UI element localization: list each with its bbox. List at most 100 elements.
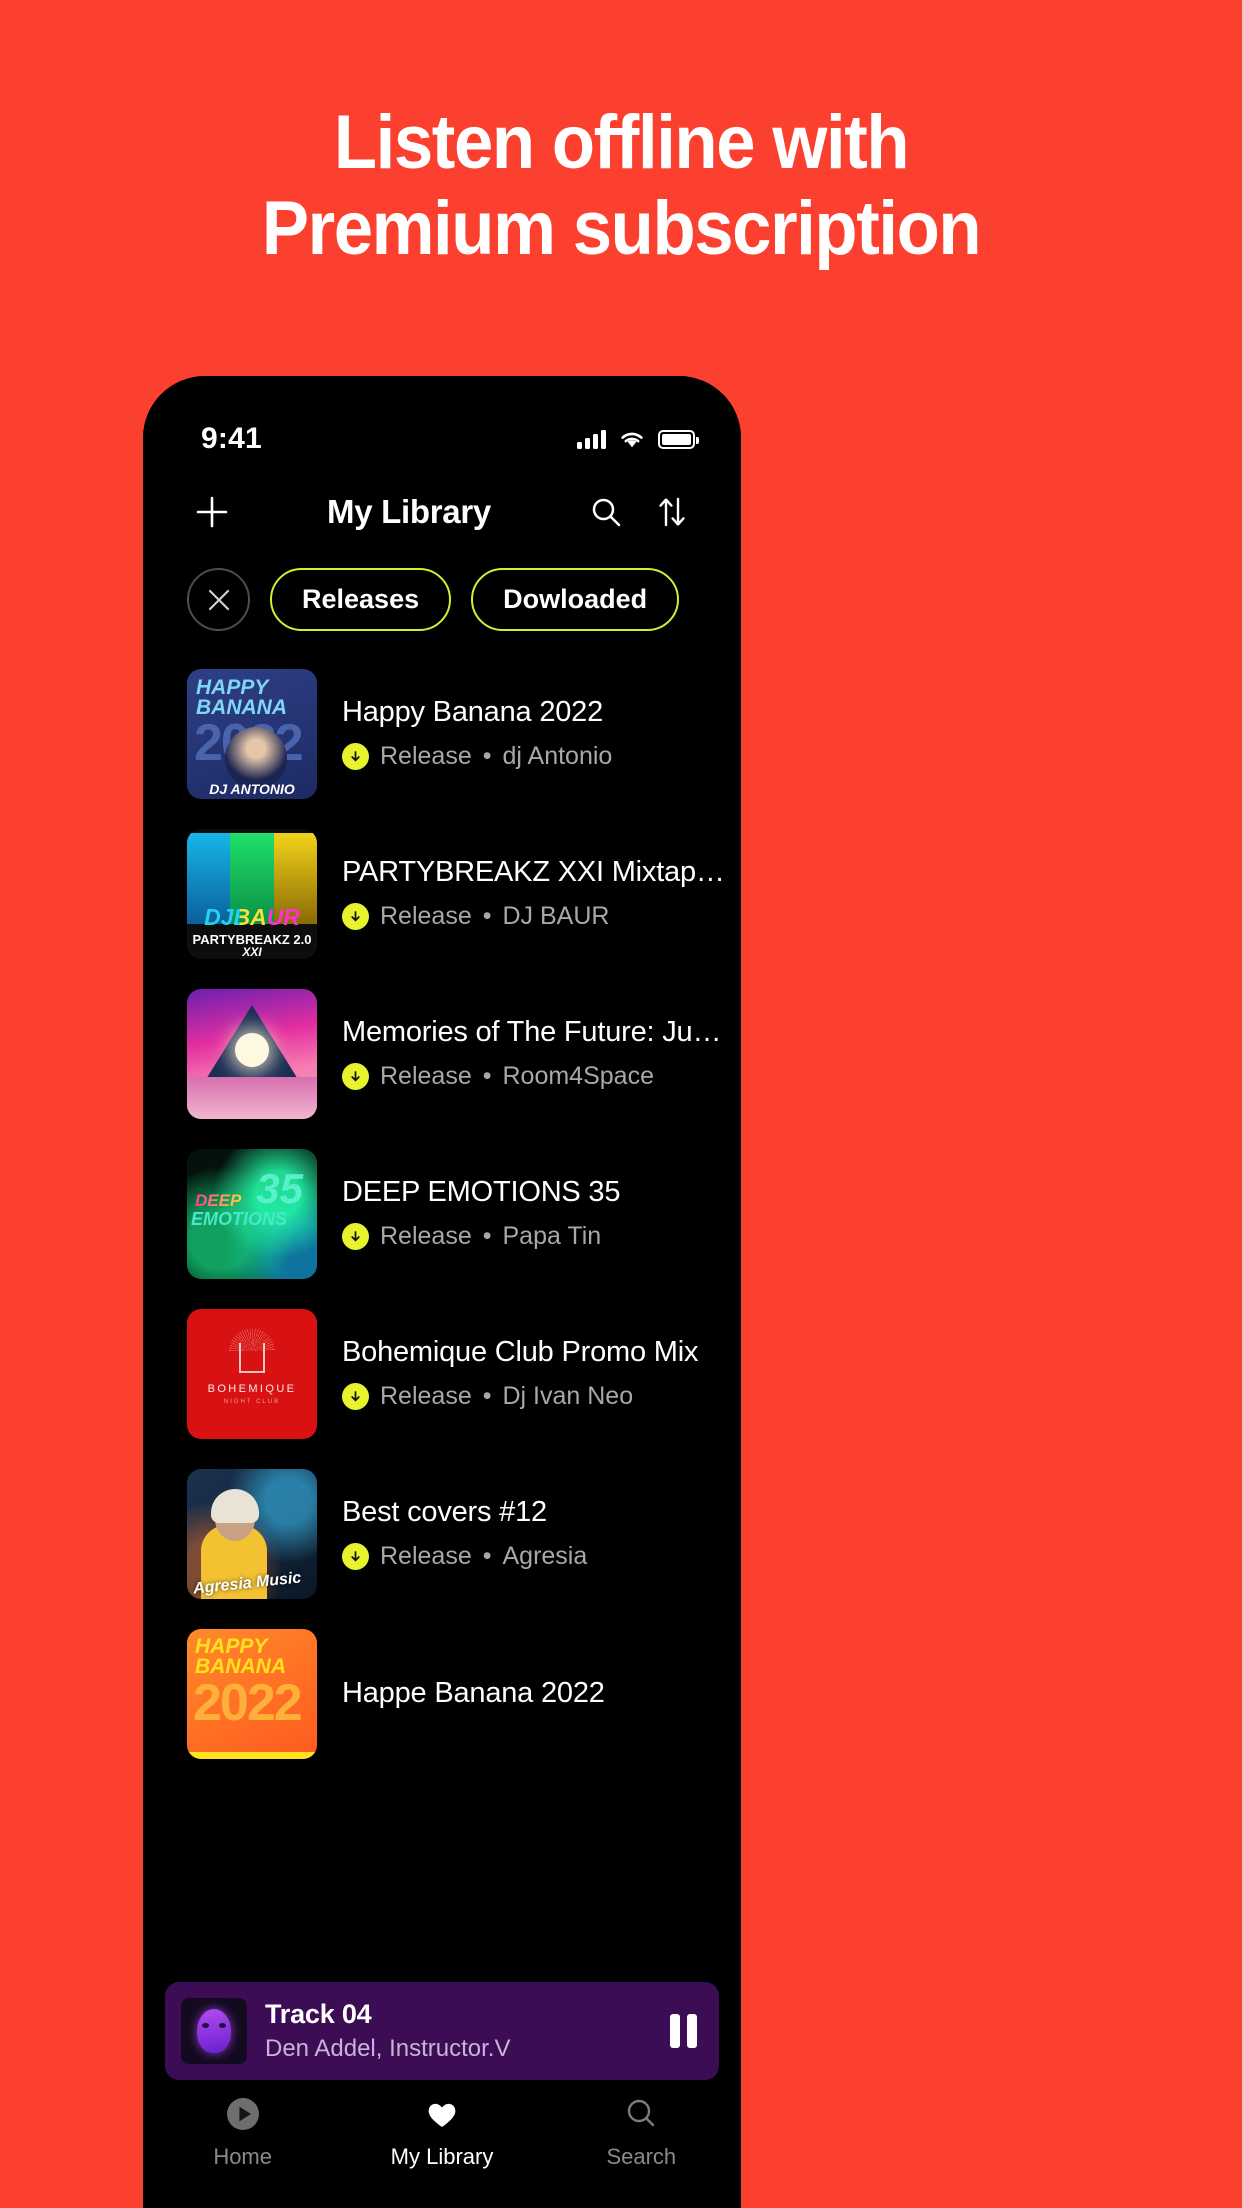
tab-home[interactable]: Home (143, 2094, 342, 2170)
album-art: BOHEMIQUE NIGHT CLUB (187, 1309, 317, 1439)
list-item-artist: DJ BAUR (502, 902, 610, 931)
list-item-meta: DEEP EMOTIONS 35 Release • Papa Tin (342, 1177, 741, 1252)
download-arrow-icon (342, 1223, 369, 1251)
download-arrow-icon (342, 743, 369, 771)
list-item[interactable]: Agresia Music Best covers #12 Release • … (187, 1454, 741, 1614)
status-bar-clock: 9:41 (201, 422, 262, 455)
nav-actions (581, 487, 697, 537)
list-item-type: Release (380, 1222, 472, 1251)
list-item-type: Release (380, 1062, 472, 1091)
headline-line-1: Listen offline with (333, 100, 910, 185)
list-item[interactable]: DJBAUR PARTYBREAKZ 2.0 XXI PARTYBREAKZ X… (187, 814, 741, 974)
page-title: My Library (327, 493, 491, 530)
list-item-artist: Papa Tin (502, 1222, 602, 1251)
search-icon (592, 498, 621, 527)
mini-player-track-artists: Den Addel, Instructor.V (265, 2035, 511, 2062)
album-art: DJBAUR PARTYBREAKZ 2.0 XXI (187, 829, 317, 959)
status-bar: 9:41 (143, 376, 741, 468)
filter-chip-releases[interactable]: Releases (270, 568, 452, 631)
list-item-artist: Room4Space (502, 1062, 654, 1091)
play-circle-icon (226, 2098, 259, 2130)
list-item-title: Bohemique Club Promo Mix (342, 1336, 699, 1368)
list-item-meta: Best covers #12 Release • Agresia (342, 1497, 741, 1572)
list-item-title: Memories of The Future: Jupiter Sunri... (342, 1016, 733, 1048)
list-item-title: DEEP EMOTIONS 35 (342, 1176, 621, 1208)
cellular-signal-icon (577, 429, 606, 449)
album-art: HAPPY BANANA 2022 (187, 1629, 317, 1759)
list-item[interactable]: BOHEMIQUE NIGHT CLUB Bohemique Club Prom… (187, 1294, 741, 1454)
headline-line-2: Premium subscription (261, 185, 982, 271)
tab-home-label: Home (213, 2144, 272, 2169)
list-item-meta: PARTYBREAKZ XXI Mixtape CD2 Release • DJ… (342, 857, 741, 932)
download-arrow-icon (342, 1063, 369, 1091)
sort-button[interactable] (647, 487, 697, 537)
list-item-meta: Bohemique Club Promo Mix Release • Dj Iv… (342, 1337, 741, 1412)
nav-bar: My Library (143, 472, 741, 552)
add-button[interactable] (187, 487, 237, 537)
plus-icon (196, 496, 228, 528)
sort-arrows-icon (659, 497, 685, 527)
mini-player-artwork (181, 1998, 247, 2064)
phone-mockup: 9:41 My Library Releases Dowloaded HAPPY… (143, 376, 741, 2208)
clear-filters-button[interactable] (187, 568, 250, 631)
download-arrow-icon (342, 903, 369, 931)
list-item-artist: Dj Ivan Neo (502, 1382, 634, 1411)
battery-icon (658, 429, 699, 449)
album-art (187, 989, 317, 1119)
list-item-separator: • (482, 1382, 492, 1411)
mini-player-meta: Track 04 Den Addel, Instructor.V (265, 1999, 652, 2063)
album-art: Agresia Music (187, 1469, 317, 1599)
tab-my-library[interactable]: My Library (342, 2094, 541, 2170)
list-item-subtitle: Release • Room4Space (342, 1062, 733, 1091)
list-item-meta: Memories of The Future: Jupiter Sunri...… (342, 1017, 741, 1092)
wifi-icon (621, 432, 643, 447)
download-arrow-icon (342, 1383, 369, 1411)
filter-chip-downloaded[interactable]: Dowloaded (471, 568, 680, 631)
mini-player-track-title: Track 04 (265, 1999, 372, 2029)
list-item-type: Release (380, 902, 472, 931)
search-icon (628, 2099, 655, 2127)
list-item-meta: Happy Banana 2022 Release • dj Antonio (342, 697, 741, 772)
list-item[interactable]: HAPPYBANANA 2022 DJ ANTONIO Happy Banana… (187, 654, 741, 814)
list-item-meta: Happe Banana 2022 (342, 1678, 741, 1710)
album-art: 35 DEEP EMOTIONS (187, 1149, 317, 1279)
list-item-title: PARTYBREAKZ XXI Mixtape CD2 (342, 856, 733, 888)
list-item-artist: dj Antonio (502, 742, 613, 771)
list-item-type: Release (380, 742, 472, 771)
promo-headline: Listen offline with Premium subscription (43, 100, 1198, 272)
filter-chip-row: Releases Dowloaded (187, 568, 741, 631)
list-item-subtitle: Release • dj Antonio (342, 742, 733, 771)
status-bar-icons (577, 429, 699, 449)
list-item-separator: • (482, 1062, 492, 1091)
tab-search[interactable]: Search (542, 2094, 741, 2170)
list-item-separator: • (482, 742, 492, 771)
list-item-title: Happy Banana 2022 (342, 696, 604, 728)
list-item[interactable]: 35 DEEP EMOTIONS DEEP EMOTIONS 35 Releas… (187, 1134, 741, 1294)
list-item[interactable]: Memories of The Future: Jupiter Sunri...… (187, 974, 741, 1134)
pause-button[interactable] (670, 2014, 697, 2048)
list-item-subtitle: Release • Agresia (342, 1542, 733, 1571)
list-item-title: Happe Banana 2022 (342, 1678, 605, 1710)
list-item-type: Release (380, 1382, 472, 1411)
list-item-title: Best covers #12 (342, 1496, 547, 1528)
close-icon (208, 589, 229, 610)
list-item-subtitle: Release • DJ BAUR (342, 902, 733, 931)
list-item[interactable]: HAPPY BANANA 2022 Happe Banana 2022 (187, 1614, 741, 1774)
list-item-subtitle: Release • Dj Ivan Neo (342, 1382, 733, 1411)
list-item-artist: Agresia (502, 1542, 588, 1571)
mini-player[interactable]: Track 04 Den Addel, Instructor.V (165, 1982, 719, 2080)
list-item-separator: • (482, 902, 492, 931)
library-list: HAPPYBANANA 2022 DJ ANTONIO Happy Banana… (187, 654, 741, 1774)
download-arrow-icon (342, 1543, 369, 1571)
list-item-separator: • (482, 1222, 492, 1251)
app-screen: 9:41 My Library Releases Dowloaded HAPPY… (143, 376, 741, 2208)
list-item-type: Release (380, 1542, 472, 1571)
search-button[interactable] (581, 487, 631, 537)
tab-search-label: Search (606, 2144, 677, 2169)
list-item-subtitle: Release • Papa Tin (342, 1222, 733, 1251)
list-item-separator: • (482, 1542, 492, 1571)
tab-my-library-label: My Library (390, 2144, 494, 2169)
pause-icon (670, 2014, 680, 2048)
heart-icon (428, 2103, 456, 2127)
album-art: HAPPYBANANA 2022 DJ ANTONIO (187, 669, 317, 799)
